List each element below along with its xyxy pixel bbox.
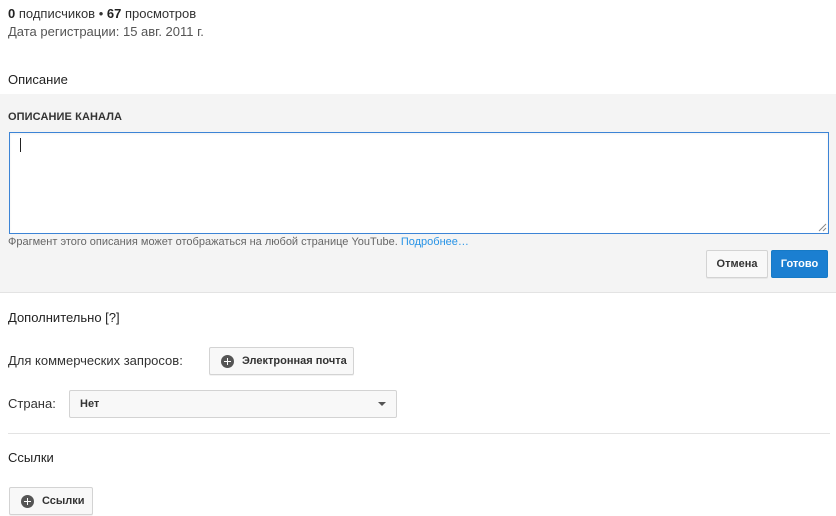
registration-date: Дата регистрации: 15 авг. 2011 г. <box>8 24 204 39</box>
done-button[interactable]: Готово <box>771 250 828 278</box>
plus-circle-icon <box>21 494 34 508</box>
add-links-label: Ссылки <box>42 495 85 507</box>
caret-down-icon <box>378 402 386 406</box>
description-hint-text: Фрагмент этого описания может отображать… <box>8 236 401 248</box>
country-label: Страна: <box>8 396 56 411</box>
add-email-label: Электронная почта <box>242 355 347 367</box>
text-cursor <box>20 138 21 152</box>
views-label: просмотров <box>121 6 197 21</box>
description-panel: ОПИСАНИЕ КАНАЛА Фрагмент этого описания … <box>0 94 836 293</box>
business-inquiries-label: Для коммерческих запросов: <box>8 353 183 368</box>
learn-more-link[interactable]: Подробнее… <box>401 236 469 248</box>
stats-separator: • <box>95 6 107 21</box>
plus-circle-icon <box>221 354 234 368</box>
views-count: 67 <box>106 6 122 21</box>
channel-about-page: 0 подписчиков • 67 просмотров Дата регис… <box>0 0 836 516</box>
add-links-button[interactable]: Ссылки <box>9 487 93 515</box>
channel-stats: 0 подписчиков • 67 просмотров <box>8 5 196 22</box>
cancel-button[interactable]: Отмена <box>706 250 768 278</box>
channel-description-label: ОПИСАНИЕ КАНАЛА <box>8 111 123 123</box>
description-hint: Фрагмент этого описания может отображать… <box>8 236 469 248</box>
additional-section-title: Дополнительно [?] <box>8 310 120 325</box>
country-select[interactable]: Нет <box>69 390 397 418</box>
section-divider <box>8 433 830 434</box>
channel-description-input[interactable] <box>9 132 829 234</box>
add-email-button[interactable]: Электронная почта <box>209 347 354 375</box>
links-section-title: Ссылки <box>8 450 54 465</box>
subscribers-label: подписчиков <box>15 6 96 21</box>
country-select-value: Нет <box>80 398 100 410</box>
description-section-title: Описание <box>8 72 68 87</box>
resize-grip-icon[interactable] <box>817 222 827 232</box>
